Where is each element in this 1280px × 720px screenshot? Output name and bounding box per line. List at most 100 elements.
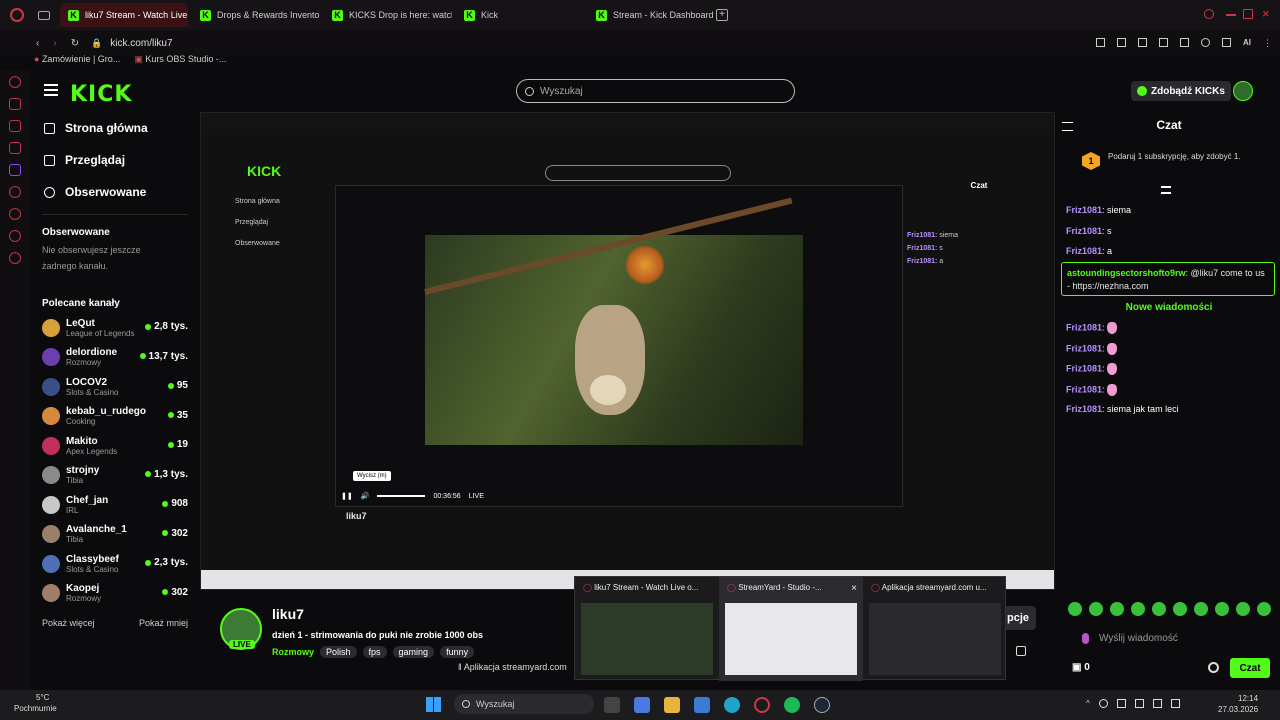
chat-input[interactable]: Wyślij wiadomość [1072,626,1272,650]
store-icon[interactable] [694,697,710,713]
taskbar-search[interactable]: Wyszukaj [454,694,594,714]
mail-icon[interactable] [9,142,21,154]
volume-slider[interactable] [377,495,426,497]
copilot-icon[interactable] [634,697,650,713]
chat-username[interactable]: Friz1081 [1066,226,1102,236]
battery-icon[interactable] [1152,699,1162,708]
tag[interactable]: fps [362,646,387,658]
channel-item[interactable]: Chef_jan IRL 908 [30,490,200,520]
player-icon[interactable] [9,186,21,198]
spotify-icon[interactable] [784,697,800,713]
mic-icon[interactable] [1170,699,1180,708]
mic-icon[interactable] [1082,632,1089,644]
menu-icon[interactable]: ⋮ [1263,38,1272,49]
nav-home[interactable]: Strona główna [30,112,200,144]
task-view-icon[interactable] [604,697,620,713]
gear-icon[interactable] [1208,662,1219,673]
streamer-name[interactable]: liku7 [272,606,304,622]
chat-filter-icon[interactable] [1161,186,1171,194]
taskbar-clock[interactable]: 12:14 27.03.2026 [1218,693,1258,715]
tag[interactable]: gaming [392,646,435,658]
channel-item[interactable]: Classybeef Slots & Casino 2,3 tys. [30,549,200,579]
edge-icon[interactable] [724,697,740,713]
emote-icon[interactable] [1089,602,1103,616]
file-explorer-icon[interactable] [664,697,680,713]
tab-dashboard[interactable]: K Stream - Kick Dashboard [588,3,716,27]
reload-icon[interactable]: ↻ [71,38,79,49]
profile-icon[interactable] [1201,38,1210,47]
shield-icon[interactable] [1138,38,1147,47]
minimize-icon[interactable] [1226,14,1236,16]
download-icon[interactable] [1222,38,1231,47]
send-chat-button[interactable]: Czat [1230,658,1270,678]
emote-icon[interactable] [1173,602,1187,616]
back-icon[interactable]: ‹ [36,38,39,49]
emote-icon[interactable] [1110,602,1124,616]
channel-item[interactable]: delordione Rozmowy 13,7 tys. [30,343,200,373]
kicks-cart[interactable]: ▣ 0 [1072,662,1090,673]
extension-icon[interactable] [1096,38,1105,47]
tag[interactable]: Polish [320,646,357,658]
ai-icon[interactable]: AI [1243,38,1251,49]
chat-username[interactable]: astoundingsectorshofto9rw [1067,268,1186,278]
snapshot-icon[interactable] [1117,38,1126,47]
chevron-up-icon[interactable]: ^ [1086,699,1090,708]
search-input[interactable]: Wyszukaj [516,79,795,103]
steam-icon[interactable] [814,697,830,713]
emote-icon[interactable] [1068,602,1082,616]
channel-item[interactable]: Avalanche_1 Tibia 302 [30,520,200,550]
channel-item[interactable]: Makito Apex Legends 19 [30,431,200,461]
tag[interactable]: funny [440,646,475,658]
history-icon[interactable] [9,208,21,220]
tab-kicks-drop[interactable]: K KICKS Drop is here: watch [324,3,452,27]
forward-icon[interactable]: › [53,38,56,49]
bookmark-item[interactable]: ▣ Kurs OBS Studio -... [134,54,226,65]
settings-icon[interactable] [9,252,21,264]
maximize-icon[interactable] [1243,9,1253,19]
share-icon[interactable] [1016,646,1026,656]
emote-icon[interactable] [1152,602,1166,616]
opera-icon[interactable] [10,8,24,22]
preview-window[interactable]: ◯ liku7 Stream - Watch Live o... [575,577,719,681]
show-less-link[interactable]: Pokaż mniej [139,618,188,628]
whatsapp-icon[interactable] [9,120,21,132]
get-kicks-button[interactable]: Zdobądź KICKs [1131,81,1231,101]
chat-username[interactable]: Friz1081 [1066,246,1102,256]
bookmark-item[interactable]: ● Zamówienie | Gro... [34,54,120,64]
nav-browse[interactable]: Przeglądaj [30,144,200,176]
messenger-icon[interactable] [9,98,21,110]
weather-widget[interactable]: 5°C Pochmurnie [14,692,57,714]
hamburger-icon[interactable] [44,84,58,96]
video-player[interactable]: KICK Strona główna Przeglądaj Obserwowane … [200,112,1055,590]
close-icon[interactable]: × [851,583,857,594]
url-field[interactable]: kick.com/liku7 [110,38,172,49]
chat-username[interactable]: Friz1081 [1066,205,1102,215]
emote-icon[interactable] [1257,602,1271,616]
channel-item[interactable]: kebab_u_rudego Cooking 35 [30,402,200,432]
channel-item[interactable]: strojny Tibia 1,3 tys. [30,461,200,491]
play-icon[interactable] [1159,38,1168,47]
channel-item[interactable]: Kaopej Rozmowy 302 [30,579,200,609]
volume-icon[interactable] [1134,699,1144,708]
cloud-icon[interactable] [1098,699,1108,708]
twitch-icon[interactable] [9,164,21,176]
chat-username[interactable]: Friz1081 [1066,404,1102,414]
stream-category[interactable]: Rozmowy [272,647,314,657]
tab-kick[interactable]: K Kick [456,3,584,27]
chat-username[interactable]: Friz1081 [1066,363,1102,373]
nav-following[interactable]: Obserwowane [30,176,200,208]
pinboard-icon[interactable] [9,230,21,242]
opera-gx-icon[interactable] [754,697,770,713]
search-tabs-icon[interactable] [1204,9,1214,19]
windows-start-icon[interactable] [426,697,441,712]
emote-icon[interactable] [1131,602,1145,616]
chat-username[interactable]: Friz1081 [1066,322,1102,332]
tab-liku7[interactable]: K liku7 Stream - Watch Live [60,3,188,27]
aria-icon[interactable] [9,76,21,88]
tab-drops[interactable]: K Drops & Rewards Inventor [192,3,320,27]
workspaces-icon[interactable] [38,10,50,20]
channel-item[interactable]: LeQut League of Legends 2,8 tys. [30,313,200,343]
new-tab-button[interactable]: + [716,9,728,21]
kick-logo[interactable]: KICK [70,82,132,107]
show-more-link[interactable]: Pokaż więcej [42,618,95,628]
